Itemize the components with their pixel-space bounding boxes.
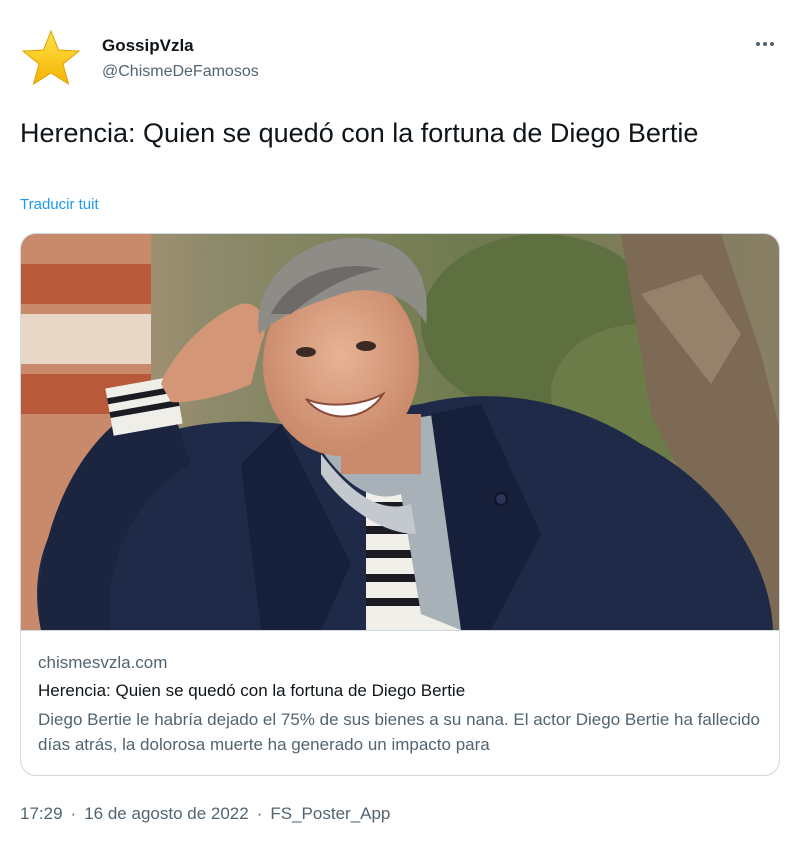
tweet-source[interactable]: FS_Poster_App — [270, 804, 390, 824]
author-handle[interactable]: @ChismeDeFamosos — [102, 63, 259, 81]
more-options-icon[interactable] — [750, 32, 780, 56]
tweet-header: GossipVzla @ChismeDeFamosos — [20, 28, 782, 92]
tweet-container: GossipVzla @ChismeDeFamosos Herencia: Qu… — [0, 0, 800, 848]
card-domain: chismesvzla.com — [38, 653, 168, 672]
star-icon — [21, 29, 81, 86]
translate-tweet-link[interactable]: Traducir tuit — [20, 196, 99, 213]
avatar[interactable] — [20, 28, 82, 90]
meta-separator: · — [256, 804, 263, 823]
link-preview-card[interactable]: chismesvzla.com Herencia: Quien se quedó… — [20, 233, 780, 776]
card-title: Herencia: Quien se quedó con la fortuna … — [38, 681, 466, 700]
card-image[interactable] — [21, 234, 779, 630]
card-body: chismesvzla.com Herencia: Quien se quedó… — [21, 630, 779, 775]
tweet-text: Herencia: Quien se quedó con la fortuna … — [20, 118, 699, 148]
tweet-metadata: 17:29 · 16 de agosto de 2022 · FS_Poster… — [20, 804, 390, 824]
card-description: Diego Bertie le habría dejado el 75% de … — [38, 710, 761, 754]
tweet-time[interactable]: 17:29 — [20, 804, 63, 824]
photo-man-smiling-navy-coat-icon — [21, 234, 779, 630]
meta-separator: · — [70, 804, 77, 823]
tweet-date[interactable]: 16 de agosto de 2022 — [84, 804, 248, 824]
author-name[interactable]: GossipVzla — [102, 36, 194, 56]
